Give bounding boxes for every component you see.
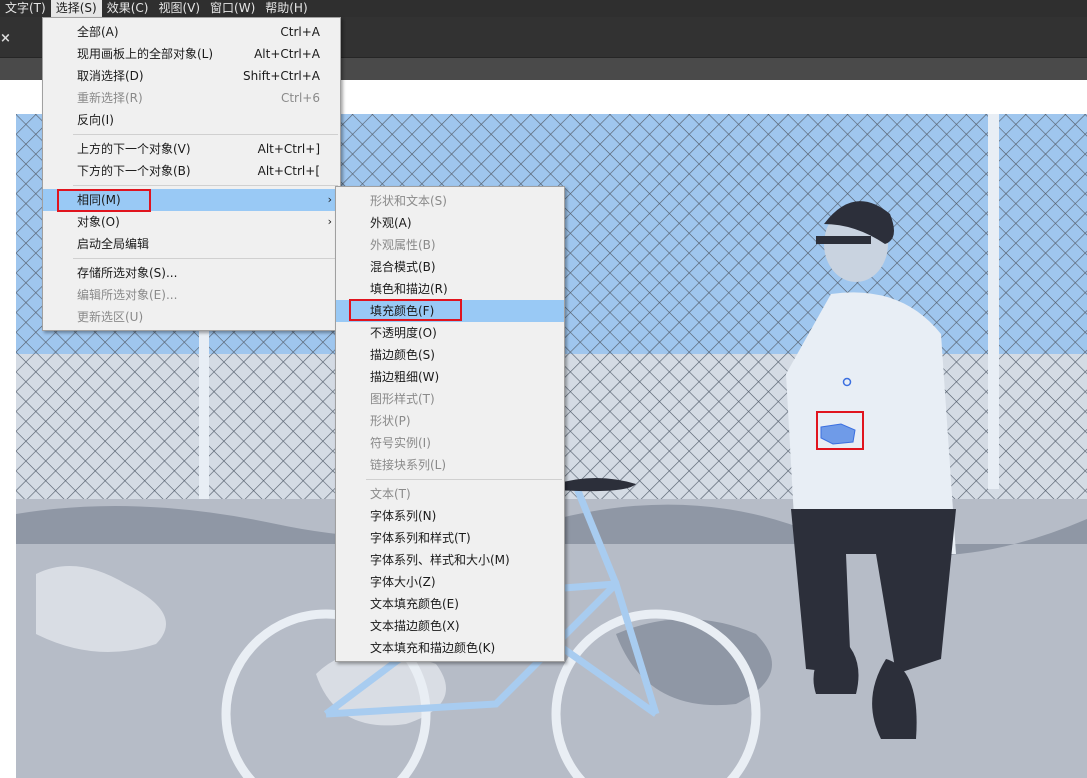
menu-item-label: 重新选择(R)	[77, 91, 143, 105]
same-submenu: 形状和文本(S) 外观(A) 外观属性(B) 混合模式(B) 填色和描边(R) …	[335, 186, 565, 662]
menu-item-label: 现用画板上的全部对象(L)	[77, 47, 214, 61]
menu-item-label: 外观(A)	[370, 216, 412, 230]
menu-item-next-object-below[interactable]: 下方的下一个对象(B) Alt+Ctrl+[	[43, 160, 340, 182]
menu-text[interactable]: 文字(T)	[0, 0, 51, 17]
menu-window[interactable]: 窗口(W)	[205, 0, 260, 17]
menu-item-label: 描边粗细(W)	[370, 370, 440, 384]
menu-item-label: 对象(O)	[77, 215, 120, 229]
chevron-right-icon: ›	[327, 193, 332, 206]
submenu-item-blending-mode[interactable]: 混合模式(B)	[336, 256, 564, 278]
shortcut-label: Alt+Ctrl+]	[257, 142, 320, 156]
submenu-item-shape[interactable]: 形状(P)	[336, 410, 564, 432]
select-menu: 全部(A) Ctrl+A 现用画板上的全部对象(L) Alt+Ctrl+A 取消…	[42, 17, 341, 331]
menu-item-label: 描边颜色(S)	[370, 348, 435, 362]
submenu-item-font-family-style-size[interactable]: 字体系列、样式和大小(M)	[336, 549, 564, 571]
menu-item-label: 存储所选对象(S)...	[77, 266, 178, 280]
submenu-item-text-fill-stroke-color[interactable]: 文本填充和描边颜色(K)	[336, 637, 564, 659]
menu-item-label: 填色和描边(R)	[370, 282, 448, 296]
annotation-box-same	[57, 189, 151, 212]
menu-item-all[interactable]: 全部(A) Ctrl+A	[43, 21, 340, 43]
menu-item-label: 上方的下一个对象(V)	[77, 142, 191, 156]
menu-item-label: 符号实例(I)	[370, 436, 431, 450]
shortcut-label: Ctrl+A	[280, 25, 320, 39]
submenu-item-stroke-weight[interactable]: 描边粗细(W)	[336, 366, 564, 388]
menu-select[interactable]: 选择(S)	[50, 0, 102, 17]
menu-item-save-selection[interactable]: 存储所选对象(S)...	[43, 262, 340, 284]
submenu-item-font-size[interactable]: 字体大小(Z)	[336, 571, 564, 593]
menu-item-next-object-above[interactable]: 上方的下一个对象(V) Alt+Ctrl+]	[43, 138, 340, 160]
menu-item-label: 形状和文本(S)	[370, 194, 447, 208]
close-icon[interactable]: ×	[0, 31, 11, 46]
submenu-item-graphic-style[interactable]: 图形样式(T)	[336, 388, 564, 410]
menu-separator	[73, 258, 338, 259]
submenu-item-font-family[interactable]: 字体系列(N)	[336, 505, 564, 527]
menu-item-label: 文本填充和描边颜色(K)	[370, 641, 496, 655]
menu-item-label: 文本填充颜色(E)	[370, 597, 459, 611]
annotation-box-fill-color	[349, 299, 462, 321]
submenu-item-appearance-attribute[interactable]: 外观属性(B)	[336, 234, 564, 256]
menu-item-reselect[interactable]: 重新选择(R) Ctrl+6	[43, 87, 340, 109]
menu-item-label: 图形样式(T)	[370, 392, 435, 406]
menu-item-update-selection[interactable]: 更新选区(U)	[43, 306, 340, 328]
submenu-item-font-family-style[interactable]: 字体系列和样式(T)	[336, 527, 564, 549]
submenu-item-shape-and-text[interactable]: 形状和文本(S)	[336, 190, 564, 212]
menu-item-edit-selection[interactable]: 编辑所选对象(E)...	[43, 284, 340, 306]
menu-item-label: 文本(T)	[370, 487, 411, 501]
menu-item-label: 字体系列、样式和大小(M)	[370, 553, 510, 567]
submenu-item-opacity[interactable]: 不透明度(O)	[336, 322, 564, 344]
submenu-item-fill-and-stroke[interactable]: 填色和描边(R)	[336, 278, 564, 300]
menu-effect[interactable]: 效果(C)	[102, 0, 154, 17]
menu-item-label: 字体系列和样式(T)	[370, 531, 471, 545]
menu-item-label: 不透明度(O)	[370, 326, 437, 340]
submenu-item-text-fill-color[interactable]: 文本填充颜色(E)	[336, 593, 564, 615]
shortcut-label: Alt+Ctrl+A	[254, 47, 320, 61]
menu-item-label: 外观属性(B)	[370, 238, 436, 252]
submenu-item-stroke-color[interactable]: 描边颜色(S)	[336, 344, 564, 366]
menubar: 文字(T) 选择(S) 效果(C) 视图(V) 窗口(W) 帮助(H)	[0, 0, 1087, 17]
menu-separator	[73, 134, 338, 135]
submenu-item-text-stroke-color[interactable]: 文本描边颜色(X)	[336, 615, 564, 637]
menu-item-label: 下方的下一个对象(B)	[77, 164, 191, 178]
shortcut-label: Alt+Ctrl+[	[257, 164, 320, 178]
menu-item-object[interactable]: 对象(O) ›	[43, 211, 340, 233]
annotation-box-artwork	[816, 411, 864, 450]
chevron-right-icon: ›	[327, 215, 332, 228]
menu-item-inverse[interactable]: 反向(I)	[43, 109, 340, 131]
menu-item-label: 反向(I)	[77, 113, 114, 127]
menu-item-label: 字体系列(N)	[370, 509, 437, 523]
menu-item-label: 更新选区(U)	[77, 310, 144, 324]
shortcut-label: Shift+Ctrl+A	[243, 69, 320, 83]
menu-item-all-on-artboard[interactable]: 现用画板上的全部对象(L) Alt+Ctrl+A	[43, 43, 340, 65]
submenu-item-symbol-instance[interactable]: 符号实例(I)	[336, 432, 564, 454]
menu-item-deselect[interactable]: 取消选择(D) Shift+Ctrl+A	[43, 65, 340, 87]
menu-item-label: 启动全局编辑	[77, 237, 150, 251]
menu-view[interactable]: 视图(V)	[153, 0, 205, 17]
menu-item-label: 取消选择(D)	[77, 69, 144, 83]
submenu-item-text[interactable]: 文本(T)	[336, 483, 564, 505]
submenu-item-appearance[interactable]: 外观(A)	[336, 212, 564, 234]
menu-item-label: 混合模式(B)	[370, 260, 436, 274]
menu-item-label: 编辑所选对象(E)...	[77, 288, 178, 302]
menu-separator	[366, 479, 562, 480]
submenu-item-link-block-series[interactable]: 链接块系列(L)	[336, 454, 564, 476]
menu-item-start-global-edit[interactable]: 启动全局编辑	[43, 233, 340, 255]
menu-item-label: 形状(P)	[370, 414, 411, 428]
shortcut-label: Ctrl+6	[280, 91, 320, 105]
menu-item-label: 全部(A)	[77, 25, 119, 39]
menu-help[interactable]: 帮助(H)	[260, 0, 312, 17]
menu-item-label: 链接块系列(L)	[370, 458, 447, 472]
menu-separator	[73, 185, 338, 186]
menu-item-label: 文本描边颜色(X)	[370, 619, 460, 633]
menu-item-label: 字体大小(Z)	[370, 575, 436, 589]
